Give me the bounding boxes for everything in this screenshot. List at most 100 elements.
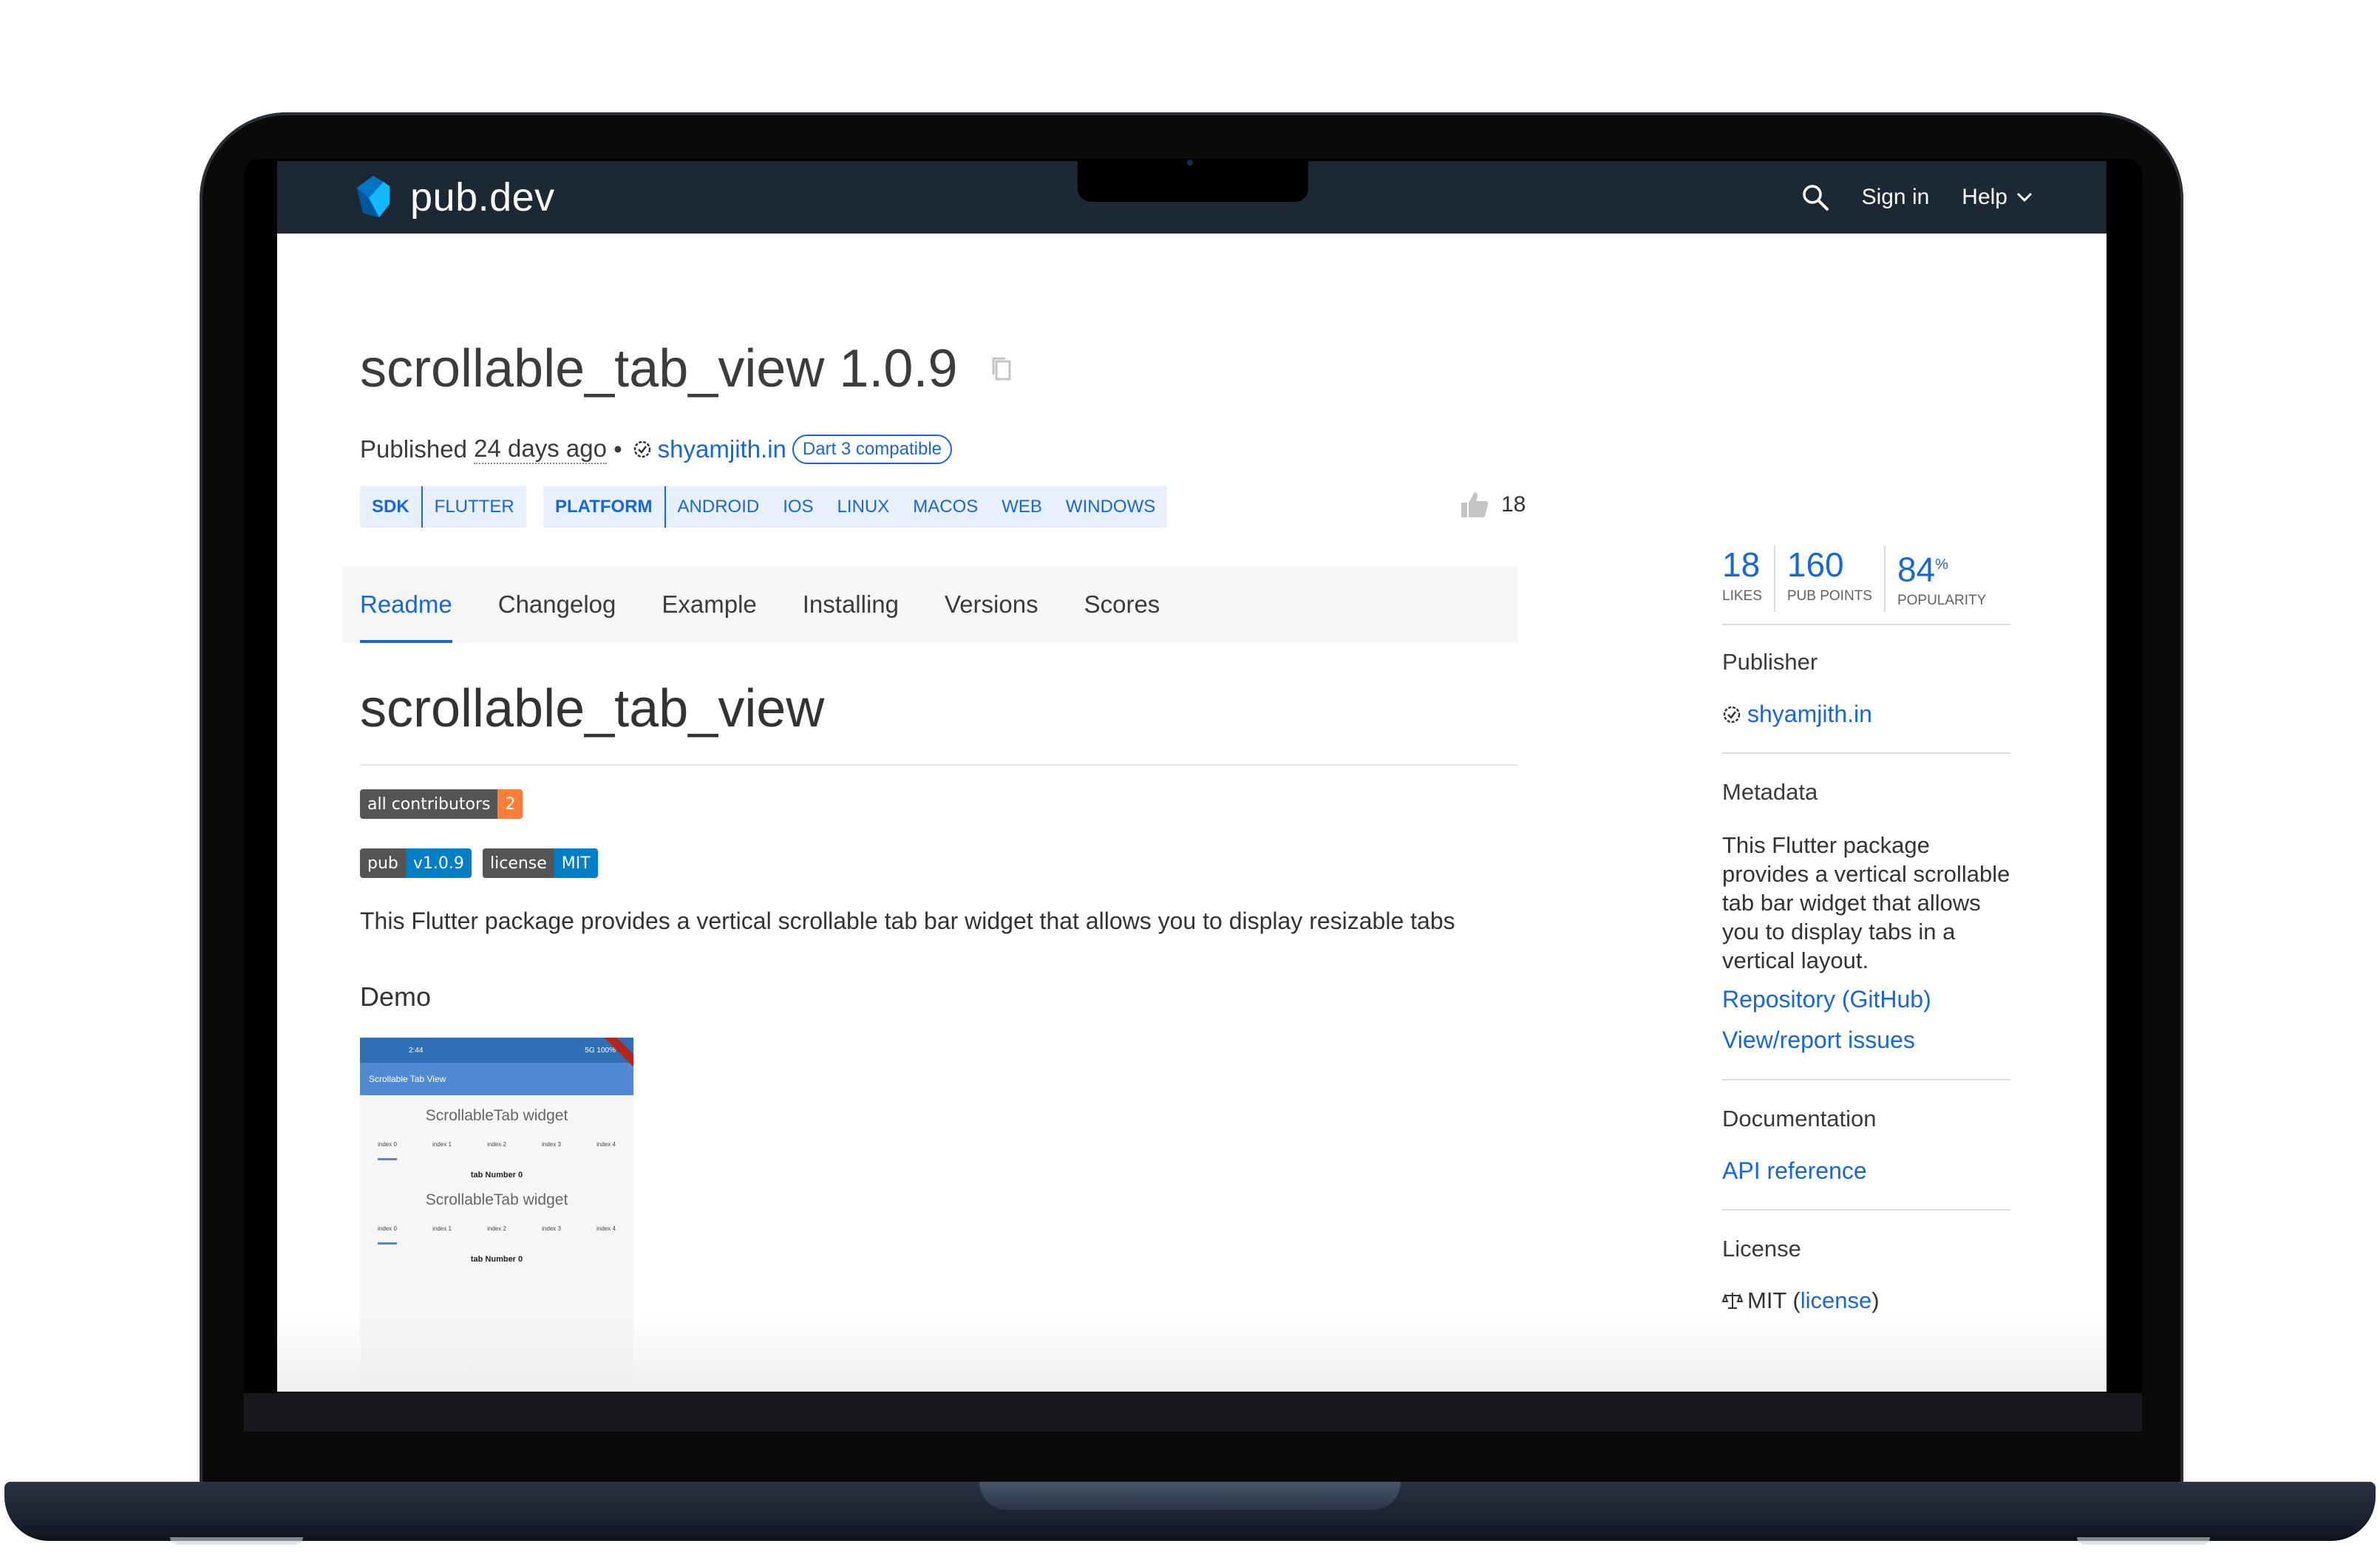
license-shield[interactable]: license MIT [483,848,598,878]
published-date: 24 days ago [474,435,607,464]
demo-tab: index 1 [432,1225,452,1232]
demo-status-bar: 2:44 5G 100% [360,1038,633,1063]
license-link[interactable]: license [1801,1287,1872,1314]
likes-stat[interactable]: 18 LIKES [1722,545,1774,612]
license-shield-label: license [483,848,554,878]
license-suffix: ) [1871,1287,1880,1313]
laptop-chin [244,1393,2142,1432]
metadata-heading: Metadata [1722,779,1818,805]
site-name: pub.dev [410,175,555,219]
sdk-tag-flutter[interactable]: FLUTTER [423,497,526,517]
demo-status-right: 5G 100% [585,1046,616,1055]
metadata-description: This Flutter package provides a vertical… [1722,832,2010,973]
pub-version-shield[interactable]: pub v1.0.9 [360,848,472,878]
likes-label: LIKES [1722,588,1762,604]
verified-publisher-icon [1723,706,1741,723]
license-heading: License [1722,1236,1801,1262]
demo-image: 2:44 5G 100% Scrollable Tab View Scrolla… [360,1038,633,1392]
laptop-foot-right [2077,1537,2210,1545]
sdk-tags: SDK FLUTTER [360,486,526,528]
help-label: Help [1962,185,2007,209]
documentation-heading: Documentation [1722,1106,1877,1131]
score-stats: 18 LIKES 160 PUB POINTS 84% POPULARITY [1722,545,2010,612]
publisher-link[interactable]: shyamjith.in [658,435,786,463]
tab-readme[interactable]: Readme [360,566,452,643]
publish-info: Published 24 days ago • shyamjith.in Dar… [360,435,952,464]
package-title-text: scrollable_tab_view 1.0.9 [360,339,958,398]
demo-tab-content-1: tab Number 0 [470,1171,523,1180]
sign-in-link[interactable]: Sign in [1862,185,1930,210]
platform-tag-windows[interactable]: WINDOWS [1054,497,1167,517]
platform-tag-android[interactable]: ANDROID [666,497,772,517]
site-logo[interactable]: pub.dev [351,173,555,222]
camera-icon [1187,160,1193,166]
balance-scale-icon [1722,1293,1743,1309]
contributors-shield-label: all contributors [360,789,498,819]
tab-versions[interactable]: Versions [945,566,1038,643]
popularity-stat[interactable]: 84% POPULARITY [1883,545,1998,612]
sidebar-divider [1722,752,2010,754]
issues-link[interactable]: View/report issues [1722,1027,1915,1054]
demo-tab: index 1 [432,1141,452,1148]
sdk-tag-head[interactable]: SDK [360,486,423,528]
tab-example[interactable]: Example [662,566,756,643]
popularity-value: 84 [1897,550,1936,589]
thumbs-up-icon [1461,492,1489,517]
contributors-shield-value: 2 [497,789,523,819]
readme-description: This Flutter package provides a vertical… [360,908,1455,934]
tab-changelog[interactable]: Changelog [498,566,616,643]
sidebar-publisher-name: shyamjith.in [1747,701,1872,727]
demo-tab: index 3 [542,1225,561,1232]
browser-screen: pub.dev Sign in Help scrollable_tab_view… [277,161,2107,1392]
pub-points-stat[interactable]: 160 PUB POINTS [1773,545,1884,612]
chevron-down-icon [2016,192,2033,202]
publisher-heading: Publisher [1722,649,1818,675]
platform-tag-head[interactable]: PLATFORM [543,486,666,528]
sidebar-divider [1722,624,2010,625]
search-icon[interactable] [1801,183,1829,211]
demo-tab-content-2: tab Number 0 [470,1255,523,1264]
platform-tag-macos[interactable]: MACOS [901,497,990,517]
like-count: 18 [1501,492,1526,517]
dart-logo-icon [357,176,390,217]
demo-tab: index 3 [542,1141,561,1148]
sidebar-divider [1722,1079,2010,1080]
likes-value: 18 [1722,545,1761,584]
pub-shield-value: v1.0.9 [405,848,472,878]
pub-shield-label: pub [360,848,406,878]
platform-tag-ios[interactable]: IOS [771,497,825,517]
popularity-unit: % [1935,557,1948,573]
sidebar-divider [1722,1209,2010,1211]
readme-divider [360,764,1517,766]
sidebar-publisher-link[interactable]: shyamjith.in [1722,701,1872,728]
laptop-hinge-notch [979,1482,1401,1510]
demo-widget-title-2: ScrollableTab widget [425,1191,568,1208]
dart3-compatible-badge[interactable]: Dart 3 compatible [792,435,952,464]
copy-icon[interactable] [990,355,1013,382]
verified-publisher-icon [633,440,652,459]
readme-heading: scrollable_tab_view [360,679,825,738]
license-shield-value: MIT [554,848,598,878]
package-title: scrollable_tab_view 1.0.9 [360,338,1013,399]
platform-tag-linux[interactable]: LINUX [826,497,902,517]
popularity-figure: 84% [1897,545,1986,588]
demo-tab: index 2 [487,1225,506,1232]
popularity-label: POPULARITY [1897,593,1987,609]
published-label: Published [360,435,467,463]
tab-installing[interactable]: Installing [803,566,899,643]
demo-tab: index 0 [378,1225,397,1245]
like-button[interactable]: 18 [1460,491,1526,519]
platform-tag-web[interactable]: WEB [990,497,1054,517]
demo-tab: index 0 [378,1141,397,1160]
license-prefix: MIT ( [1747,1287,1801,1313]
contributors-shield[interactable]: all contributors 2 [360,789,523,819]
tab-scores[interactable]: Scores [1084,566,1160,643]
camera-notch [1078,159,1308,202]
demo-widget-title-1: ScrollableTab widget [425,1107,568,1124]
platform-tags: PLATFORM ANDROID IOS LINUX MACOS WEB WIN… [543,486,1168,528]
help-menu[interactable]: Help [1962,185,2033,210]
pub-points-label: PUB POINTS [1786,588,1872,604]
laptop-foot-left [170,1537,303,1545]
api-reference-link[interactable]: API reference [1722,1157,1867,1185]
repository-link[interactable]: Repository (GitHub) [1722,986,1931,1013]
